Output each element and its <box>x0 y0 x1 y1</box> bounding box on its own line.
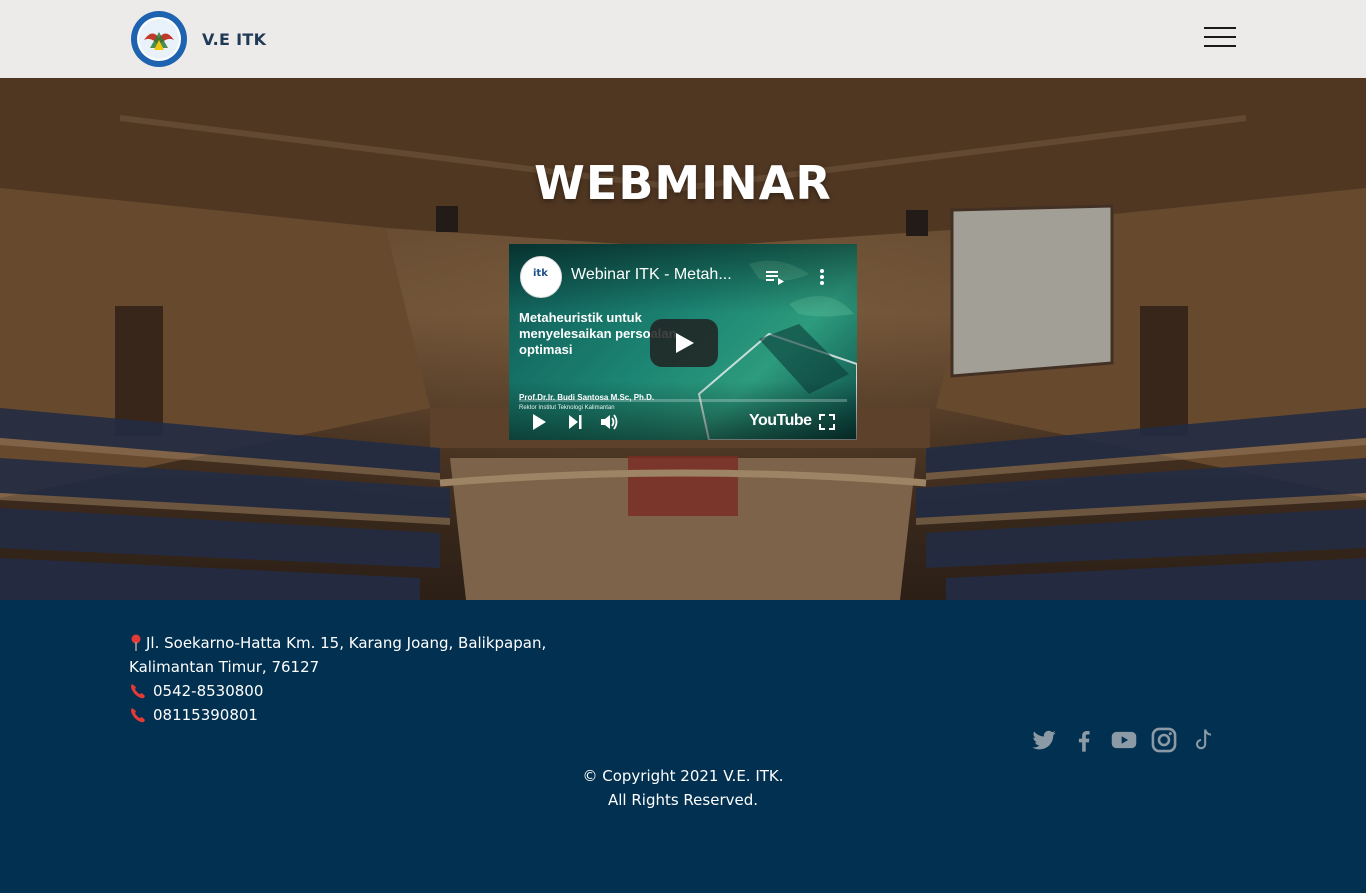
brand-name: V.E ITK <box>202 29 267 49</box>
channel-avatar[interactable]: itk <box>520 256 562 298</box>
site-footer: Jl. Soekarno-Hatta Km. 15, Karang Joang,… <box>0 600 1366 893</box>
brand-home-link[interactable]: V.E ITK <box>130 9 266 69</box>
youtube-link[interactable] <box>1110 726 1138 754</box>
youtube-video-embed[interactable]: itk Webinar ITK - Metah... Metaheuristik… <box>509 244 857 440</box>
instagram-link[interactable] <box>1150 726 1178 754</box>
social-links <box>1030 726 1230 754</box>
next-video-icon[interactable] <box>565 412 585 432</box>
video-title[interactable]: Webinar ITK - Metah... <box>571 266 756 284</box>
play-button[interactable] <box>650 319 718 367</box>
page-title: WEBMINAR <box>534 156 832 210</box>
volume-icon[interactable] <box>599 412 619 432</box>
hamburger-line <box>1204 27 1236 29</box>
twitter-icon <box>1032 730 1056 750</box>
facebook-link[interactable] <box>1070 726 1098 754</box>
copyright-line-2: All Rights Reserved. <box>607 791 759 809</box>
hero-section: WEBMINAR itk Webinar ITK - Metah... Meta… <box>0 78 1366 600</box>
map-pin-icon <box>131 634 141 651</box>
copyright: © Copyright 2021 V.E. ITK. All Rights Re… <box>0 764 1366 812</box>
thumbnail-author: Prof.Dr.Ir. Budi Santosa M.Sc, Ph.D. <box>519 393 655 402</box>
hamburger-line <box>1204 45 1236 47</box>
hamburger-line <box>1204 36 1236 38</box>
playlist-icon[interactable] <box>764 266 786 288</box>
channel-avatar-text: itk <box>533 268 548 279</box>
tiktok-link[interactable] <box>1190 726 1218 754</box>
twitter-link[interactable] <box>1030 726 1058 754</box>
phone-line-1: 0542-8530800 <box>129 679 546 703</box>
address-line-1: Jl. Soekarno-Hatta Km. 15, Karang Joang,… <box>146 634 547 652</box>
itk-logo <box>131 11 187 67</box>
phone-number-1[interactable]: 0542-8530800 <box>153 679 263 703</box>
youtube-wordmark[interactable]: YouTube <box>749 412 812 430</box>
play-icon <box>676 333 694 353</box>
phone-icon <box>131 684 145 699</box>
phone-line-2: 08115390801 <box>129 703 546 727</box>
menu-toggle-button[interactable] <box>1204 27 1238 49</box>
play-control-icon[interactable] <box>529 412 549 432</box>
phone-icon <box>131 708 145 723</box>
fullscreen-icon[interactable] <box>817 412 837 432</box>
thumbnail-role: Rektor Institut Teknologi Kalimantan <box>519 405 615 411</box>
address-line-2: Kalimantan Timur, 76127 <box>129 658 320 676</box>
tiktok-icon <box>1195 729 1212 750</box>
youtube-icon <box>1111 731 1137 749</box>
contact-info: Jl. Soekarno-Hatta Km. 15, Karang Joang,… <box>129 631 546 727</box>
address: Jl. Soekarno-Hatta Km. 15, Karang Joang,… <box>129 631 546 655</box>
phone-number-2[interactable]: 08115390801 <box>153 703 258 727</box>
copyright-line-1: © Copyright 2021 V.E. ITK. <box>582 767 784 785</box>
facebook-icon <box>1078 731 1090 752</box>
site-header: V.E ITK <box>0 0 1366 78</box>
instagram-icon <box>1151 727 1177 753</box>
more-options-icon[interactable] <box>811 266 833 288</box>
